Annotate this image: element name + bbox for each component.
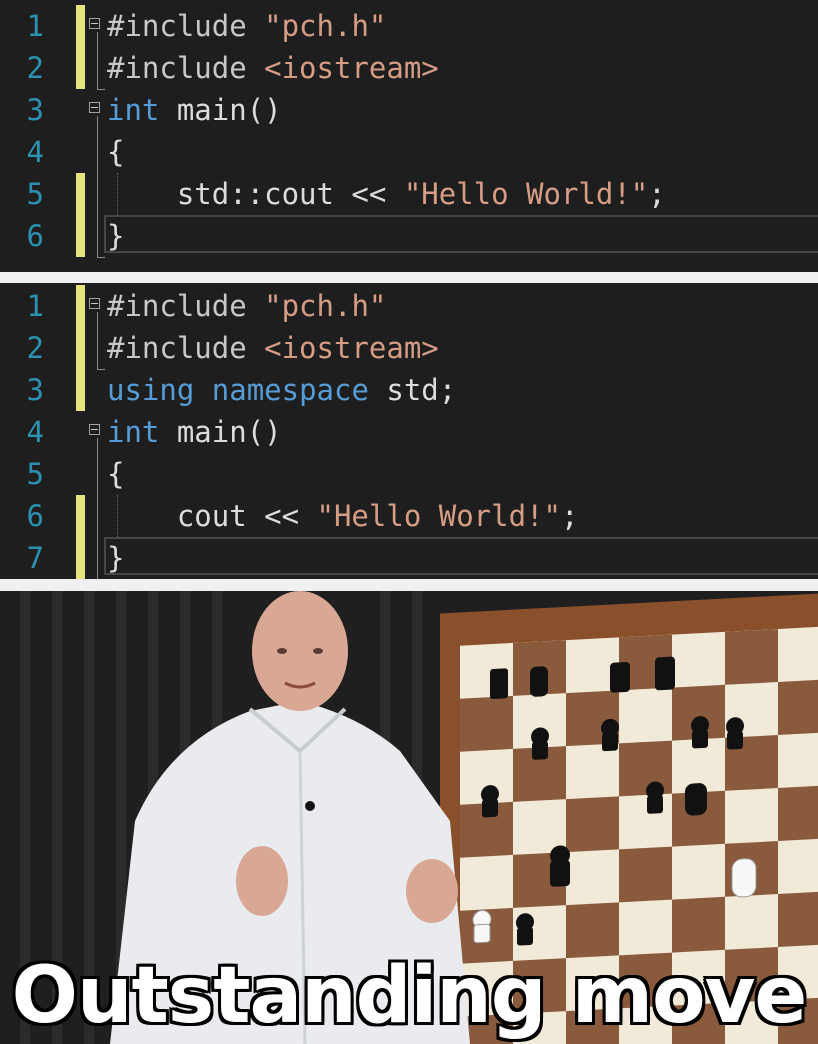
code-line: 6 }	[0, 215, 818, 257]
code-editor-top: 1 #include "pch.h" 2 #include <iostream>…	[0, 0, 818, 272]
code-line: 5 std::cout << "Hello World!";	[0, 173, 818, 215]
fold-minus-icon[interactable]	[89, 298, 100, 309]
fold-guide	[97, 438, 98, 579]
indent-guide	[117, 173, 118, 215]
code-text: using namespace std;	[107, 373, 457, 407]
line-number: 4	[26, 415, 44, 449]
line-number: 6	[26, 499, 44, 533]
code-line: 3 using namespace std;	[0, 369, 818, 411]
indent-guide	[117, 495, 118, 537]
code-text: #include <iostream>	[107, 51, 439, 85]
line-number: 3	[26, 93, 44, 127]
panel-separator	[0, 579, 818, 591]
code-line: 4 int main()	[0, 411, 818, 453]
code-text: std::cout << "Hello World!";	[107, 177, 666, 211]
code-text: #include "pch.h"	[107, 9, 387, 43]
fold-guide	[97, 312, 98, 370]
code-text: {	[107, 457, 125, 491]
change-marker	[76, 5, 85, 47]
change-marker	[76, 285, 85, 327]
code-line: 6 cout << "Hello World!";	[0, 495, 818, 537]
meme-caption: Outstanding move	[11, 951, 808, 1041]
change-marker	[76, 173, 85, 215]
code-text: #include <iostream>	[107, 331, 439, 365]
line-number: 4	[26, 135, 44, 169]
code-text: int main()	[107, 415, 282, 449]
line-number: 5	[26, 177, 44, 211]
line-number: 7	[26, 541, 44, 575]
code-editor-bottom: 1 #include "pch.h" 2 #include <iostream>…	[0, 283, 818, 579]
code-text: int main()	[107, 93, 282, 127]
fold-minus-icon[interactable]	[89, 18, 100, 29]
change-marker	[76, 537, 85, 579]
code-line: 5 {	[0, 453, 818, 495]
line-number: 2	[26, 331, 44, 365]
change-marker	[76, 47, 85, 89]
fold-guide	[97, 32, 98, 90]
change-marker	[76, 327, 85, 369]
change-marker	[76, 369, 85, 411]
chess-presenter-photo: Outstanding move	[0, 591, 818, 1044]
fold-minus-icon[interactable]	[89, 102, 100, 113]
line-number: 1	[26, 289, 44, 323]
change-marker	[76, 215, 85, 257]
code-text: cout << "Hello World!";	[107, 499, 579, 533]
line-number: 3	[26, 373, 44, 407]
fold-guide	[97, 116, 98, 258]
code-text: {	[107, 135, 125, 169]
code-line: 2 #include <iostream>	[0, 327, 818, 369]
change-marker	[76, 495, 85, 537]
line-number: 5	[26, 457, 44, 491]
code-line: 3 int main()	[0, 89, 818, 131]
code-line: 1 #include "pch.h"	[0, 285, 818, 327]
panel-separator	[0, 272, 818, 283]
code-text: #include "pch.h"	[107, 289, 387, 323]
code-line: 2 #include <iostream>	[0, 47, 818, 89]
code-text: }	[107, 219, 125, 253]
line-number: 2	[26, 51, 44, 85]
line-number: 1	[26, 9, 44, 43]
line-number: 6	[26, 219, 44, 253]
code-line: 1 #include "pch.h"	[0, 5, 818, 47]
code-text: }	[107, 541, 125, 575]
fold-guide-end	[97, 257, 105, 258]
fold-minus-icon[interactable]	[89, 424, 100, 435]
code-line: 7 }	[0, 537, 818, 579]
code-line: 4 {	[0, 131, 818, 173]
